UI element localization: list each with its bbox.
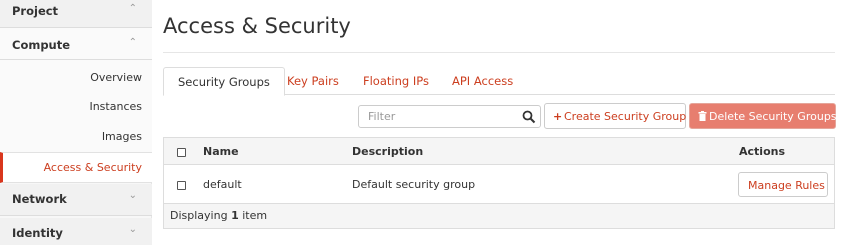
sidebar: Project ⌃ Compute ⌃ Overview Instances I… [0,0,152,245]
sidebar-section-label: Compute [12,38,71,52]
main-content: Access & Security Security Groups Key Pa… [163,0,837,245]
trash-icon [698,110,709,123]
button-label: Delete Security Groups [709,110,837,123]
delete-security-groups-button[interactable]: Delete Security Groups [689,103,837,129]
security-groups-table: Name Description Actions default Default… [163,137,835,229]
sidebar-item-label: Access & Security [43,161,142,174]
tab-security-groups[interactable]: Security Groups [163,67,285,96]
filter-input[interactable] [359,106,519,127]
row-name: default [203,178,242,191]
column-header-description[interactable]: Description [352,145,423,158]
chevron-down-icon: ⌄ [128,190,137,201]
table-footer: Displaying 1 item [164,204,834,228]
chevron-up-icon: ⌃ [128,3,137,14]
sidebar-item-instances[interactable]: Instances [0,92,152,122]
sidebar-section-project[interactable]: Project ⌃ [0,0,152,28]
table-header: Name Description Actions [164,138,834,165]
sidebar-item-overview[interactable]: Overview [0,63,152,93]
tab-bar: Security Groups Key Pairs Floating IPs A… [163,67,835,96]
column-header-actions: Actions [739,145,785,158]
select-all-checkbox[interactable] [177,148,186,157]
item-count-text: Displaying 1 item [170,209,267,222]
footer-suffix: item [242,209,268,222]
divider [163,52,835,53]
sidebar-section-network[interactable]: Network ⌄ [0,184,152,216]
sidebar-item-label: Instances [89,100,142,113]
sidebar-section-compute[interactable]: Compute ⌃ [0,30,152,60]
manage-rules-button[interactable]: Manage Rules [738,172,828,197]
tab-floating-ips[interactable]: Floating IPs [349,67,443,96]
tab-api-access[interactable]: API Access [438,67,527,96]
page-title: Access & Security [163,14,351,38]
footer-count: 1 [231,209,239,222]
search-icon[interactable] [522,110,536,124]
column-header-name[interactable]: Name [203,145,239,158]
row-checkbox[interactable] [177,181,186,190]
button-label: Create Security Group [564,110,687,123]
footer-prefix: Displaying [170,209,228,222]
sidebar-item-label: Overview [90,71,142,84]
sidebar-compute-group: Compute ⌃ Overview Instances Images Acce… [0,28,152,183]
table-row: default Default security group Manage Ru… [164,165,834,204]
sidebar-section-label: Identity [12,226,63,240]
sidebar-section-label: Network [12,192,67,206]
create-security-group-button[interactable]: + Create Security Group [544,103,686,129]
filter-box [358,105,541,128]
sidebar-section-identity[interactable]: Identity ⌄ [0,218,152,245]
sidebar-item-label: Images [101,130,142,143]
row-description: Default security group [352,178,476,191]
tab-key-pairs[interactable]: Key Pairs [273,67,353,96]
chevron-up-icon: ⌃ [128,37,137,48]
sidebar-item-images[interactable]: Images [0,122,152,152]
sidebar-section-label: Project [12,4,59,18]
plus-icon: + [553,110,563,123]
chevron-down-icon: ⌄ [128,224,137,235]
sidebar-item-access-security[interactable]: Access & Security [0,152,152,183]
